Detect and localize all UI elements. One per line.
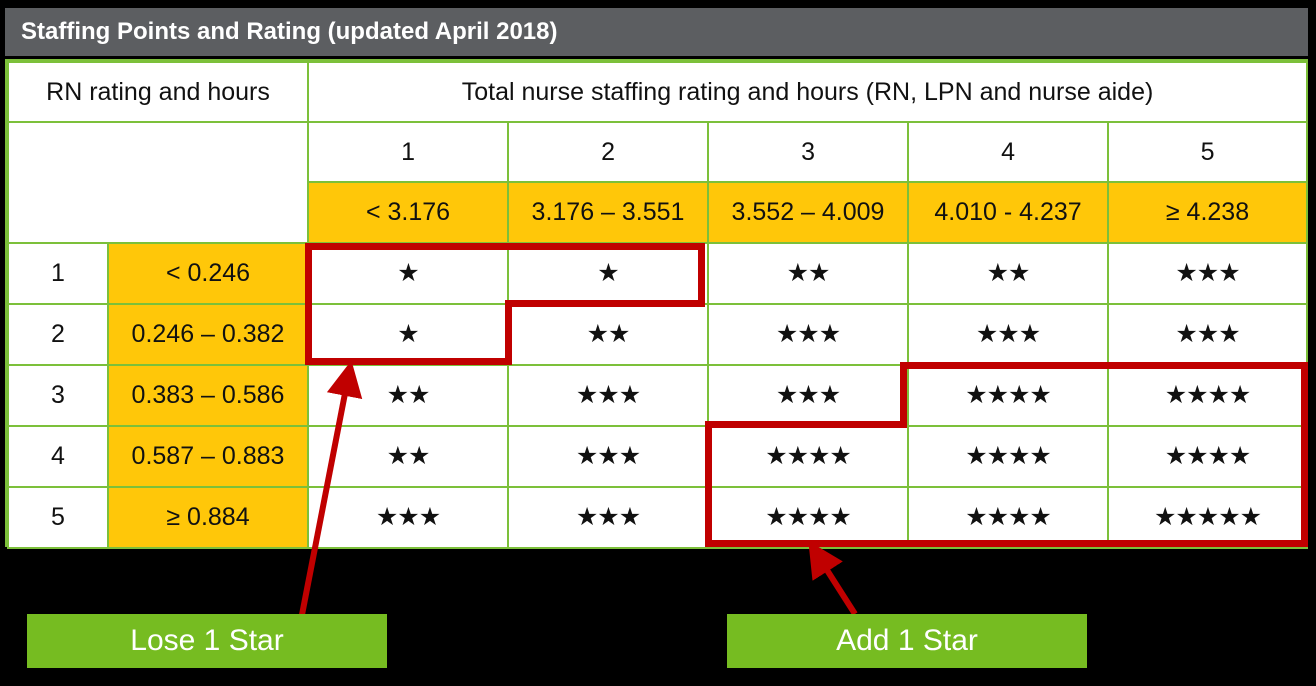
row-rating-5: 5 bbox=[7, 486, 109, 549]
col-rating-1: 1 bbox=[307, 121, 510, 183]
callout-add-1-star[interactable]: Add 1 Star bbox=[727, 614, 1087, 668]
stars-cell-r4c5: ★★★★ bbox=[1107, 425, 1309, 488]
col-hours-2: 3.176 – 3.551 bbox=[507, 181, 710, 244]
stars-cell-r3c5: ★★★★ bbox=[1107, 364, 1309, 427]
stars-cell-r3c1: ★★ bbox=[307, 364, 510, 427]
stars-cell-r1c1: ★ bbox=[307, 242, 510, 305]
stars-cell-r5c1: ★★★ bbox=[307, 486, 510, 549]
table-row: 2 0.246 – 0.382 ★ ★★ ★★★ ★★★ ★★★ bbox=[7, 303, 1309, 366]
row-header-label: RN rating and hours bbox=[6, 61, 310, 123]
col-hours-4: 4.010 - 4.237 bbox=[907, 181, 1110, 244]
table-row: 1 < 0.246 ★ ★ ★★ ★★ ★★★ bbox=[7, 242, 1309, 305]
row-hours-4: 0.587 – 0.883 bbox=[106, 425, 310, 488]
table-row: 3 0.383 – 0.586 ★★ ★★★ ★★★ ★★★★ ★★★★ bbox=[7, 364, 1309, 427]
col-hours-3: 3.552 – 4.009 bbox=[707, 181, 910, 244]
row-rating-3: 3 bbox=[7, 364, 109, 427]
stars-cell-r5c2: ★★★ bbox=[507, 486, 710, 549]
staffing-rating-table: RN rating and hours Total nurse staffing… bbox=[5, 59, 1309, 549]
table-header-row-labels: RN rating and hours Total nurse staffing… bbox=[6, 61, 1309, 123]
stars-cell-r3c2: ★★★ bbox=[507, 364, 710, 427]
stars-cell-r5c4: ★★★★ bbox=[907, 486, 1110, 549]
stars-cell-r1c5: ★★★ bbox=[1107, 242, 1309, 305]
stars-cell-r4c1: ★★ bbox=[307, 425, 510, 488]
stars-cell-r2c5: ★★★ bbox=[1107, 303, 1309, 366]
table-row: 4 0.587 – 0.883 ★★ ★★★ ★★★★ ★★★★ ★★★★ bbox=[7, 425, 1309, 488]
col-rating-2: 2 bbox=[507, 121, 710, 183]
stars-cell-r4c4: ★★★★ bbox=[907, 425, 1110, 488]
stars-cell-r2c2: ★★ bbox=[507, 303, 710, 366]
table-row: 5 ≥ 0.884 ★★★ ★★★ ★★★★ ★★★★ ★★★★★ bbox=[7, 486, 1309, 549]
table-header-row-col-ratings: 1 2 3 4 5 bbox=[6, 121, 1309, 244]
stars-cell-r1c3: ★★ bbox=[707, 242, 910, 305]
col-hours-1: < 3.176 bbox=[307, 181, 510, 244]
stars-cell-r2c1: ★ bbox=[307, 303, 510, 366]
row-rating-4: 4 bbox=[7, 425, 109, 488]
header-blank-cell bbox=[6, 121, 310, 244]
callout-lose-label: Lose 1 Star bbox=[130, 624, 284, 657]
col-rating-5: 5 bbox=[1107, 121, 1309, 183]
row-hours-5: ≥ 0.884 bbox=[106, 486, 310, 549]
page-title: Staffing Points and Rating (updated Apri… bbox=[21, 18, 558, 45]
slide-title-bar: Staffing Points and Rating (updated Apri… bbox=[5, 8, 1308, 56]
row-hours-3: 0.383 – 0.586 bbox=[106, 364, 310, 427]
stars-cell-r1c2: ★ bbox=[507, 242, 710, 305]
callout-add-label: Add 1 Star bbox=[836, 624, 978, 657]
stars-cell-r3c3: ★★★ bbox=[707, 364, 910, 427]
arrow-add-1-star bbox=[808, 540, 858, 616]
col-rating-4: 4 bbox=[907, 121, 1110, 183]
stars-cell-r5c5: ★★★★★ bbox=[1107, 486, 1309, 549]
stars-cell-r2c4: ★★★ bbox=[907, 303, 1110, 366]
row-hours-2: 0.246 – 0.382 bbox=[106, 303, 310, 366]
stars-cell-r4c2: ★★★ bbox=[507, 425, 710, 488]
row-rating-2: 2 bbox=[7, 303, 109, 366]
col-header-label: Total nurse staffing rating and hours (R… bbox=[307, 61, 1309, 123]
stars-cell-r1c4: ★★ bbox=[907, 242, 1110, 305]
stars-cell-r3c4: ★★★★ bbox=[907, 364, 1110, 427]
col-rating-3: 3 bbox=[707, 121, 910, 183]
stars-cell-r5c3: ★★★★ bbox=[707, 486, 910, 549]
slide-root: Staffing Points and Rating (updated Apri… bbox=[0, 0, 1316, 686]
row-hours-1: < 0.246 bbox=[106, 242, 310, 305]
col-hours-5: ≥ 4.238 bbox=[1107, 181, 1309, 244]
callout-lose-1-star[interactable]: Lose 1 Star bbox=[27, 614, 387, 668]
stars-cell-r2c3: ★★★ bbox=[707, 303, 910, 366]
row-rating-1: 1 bbox=[7, 242, 109, 305]
stars-cell-r4c3: ★★★★ bbox=[707, 425, 910, 488]
